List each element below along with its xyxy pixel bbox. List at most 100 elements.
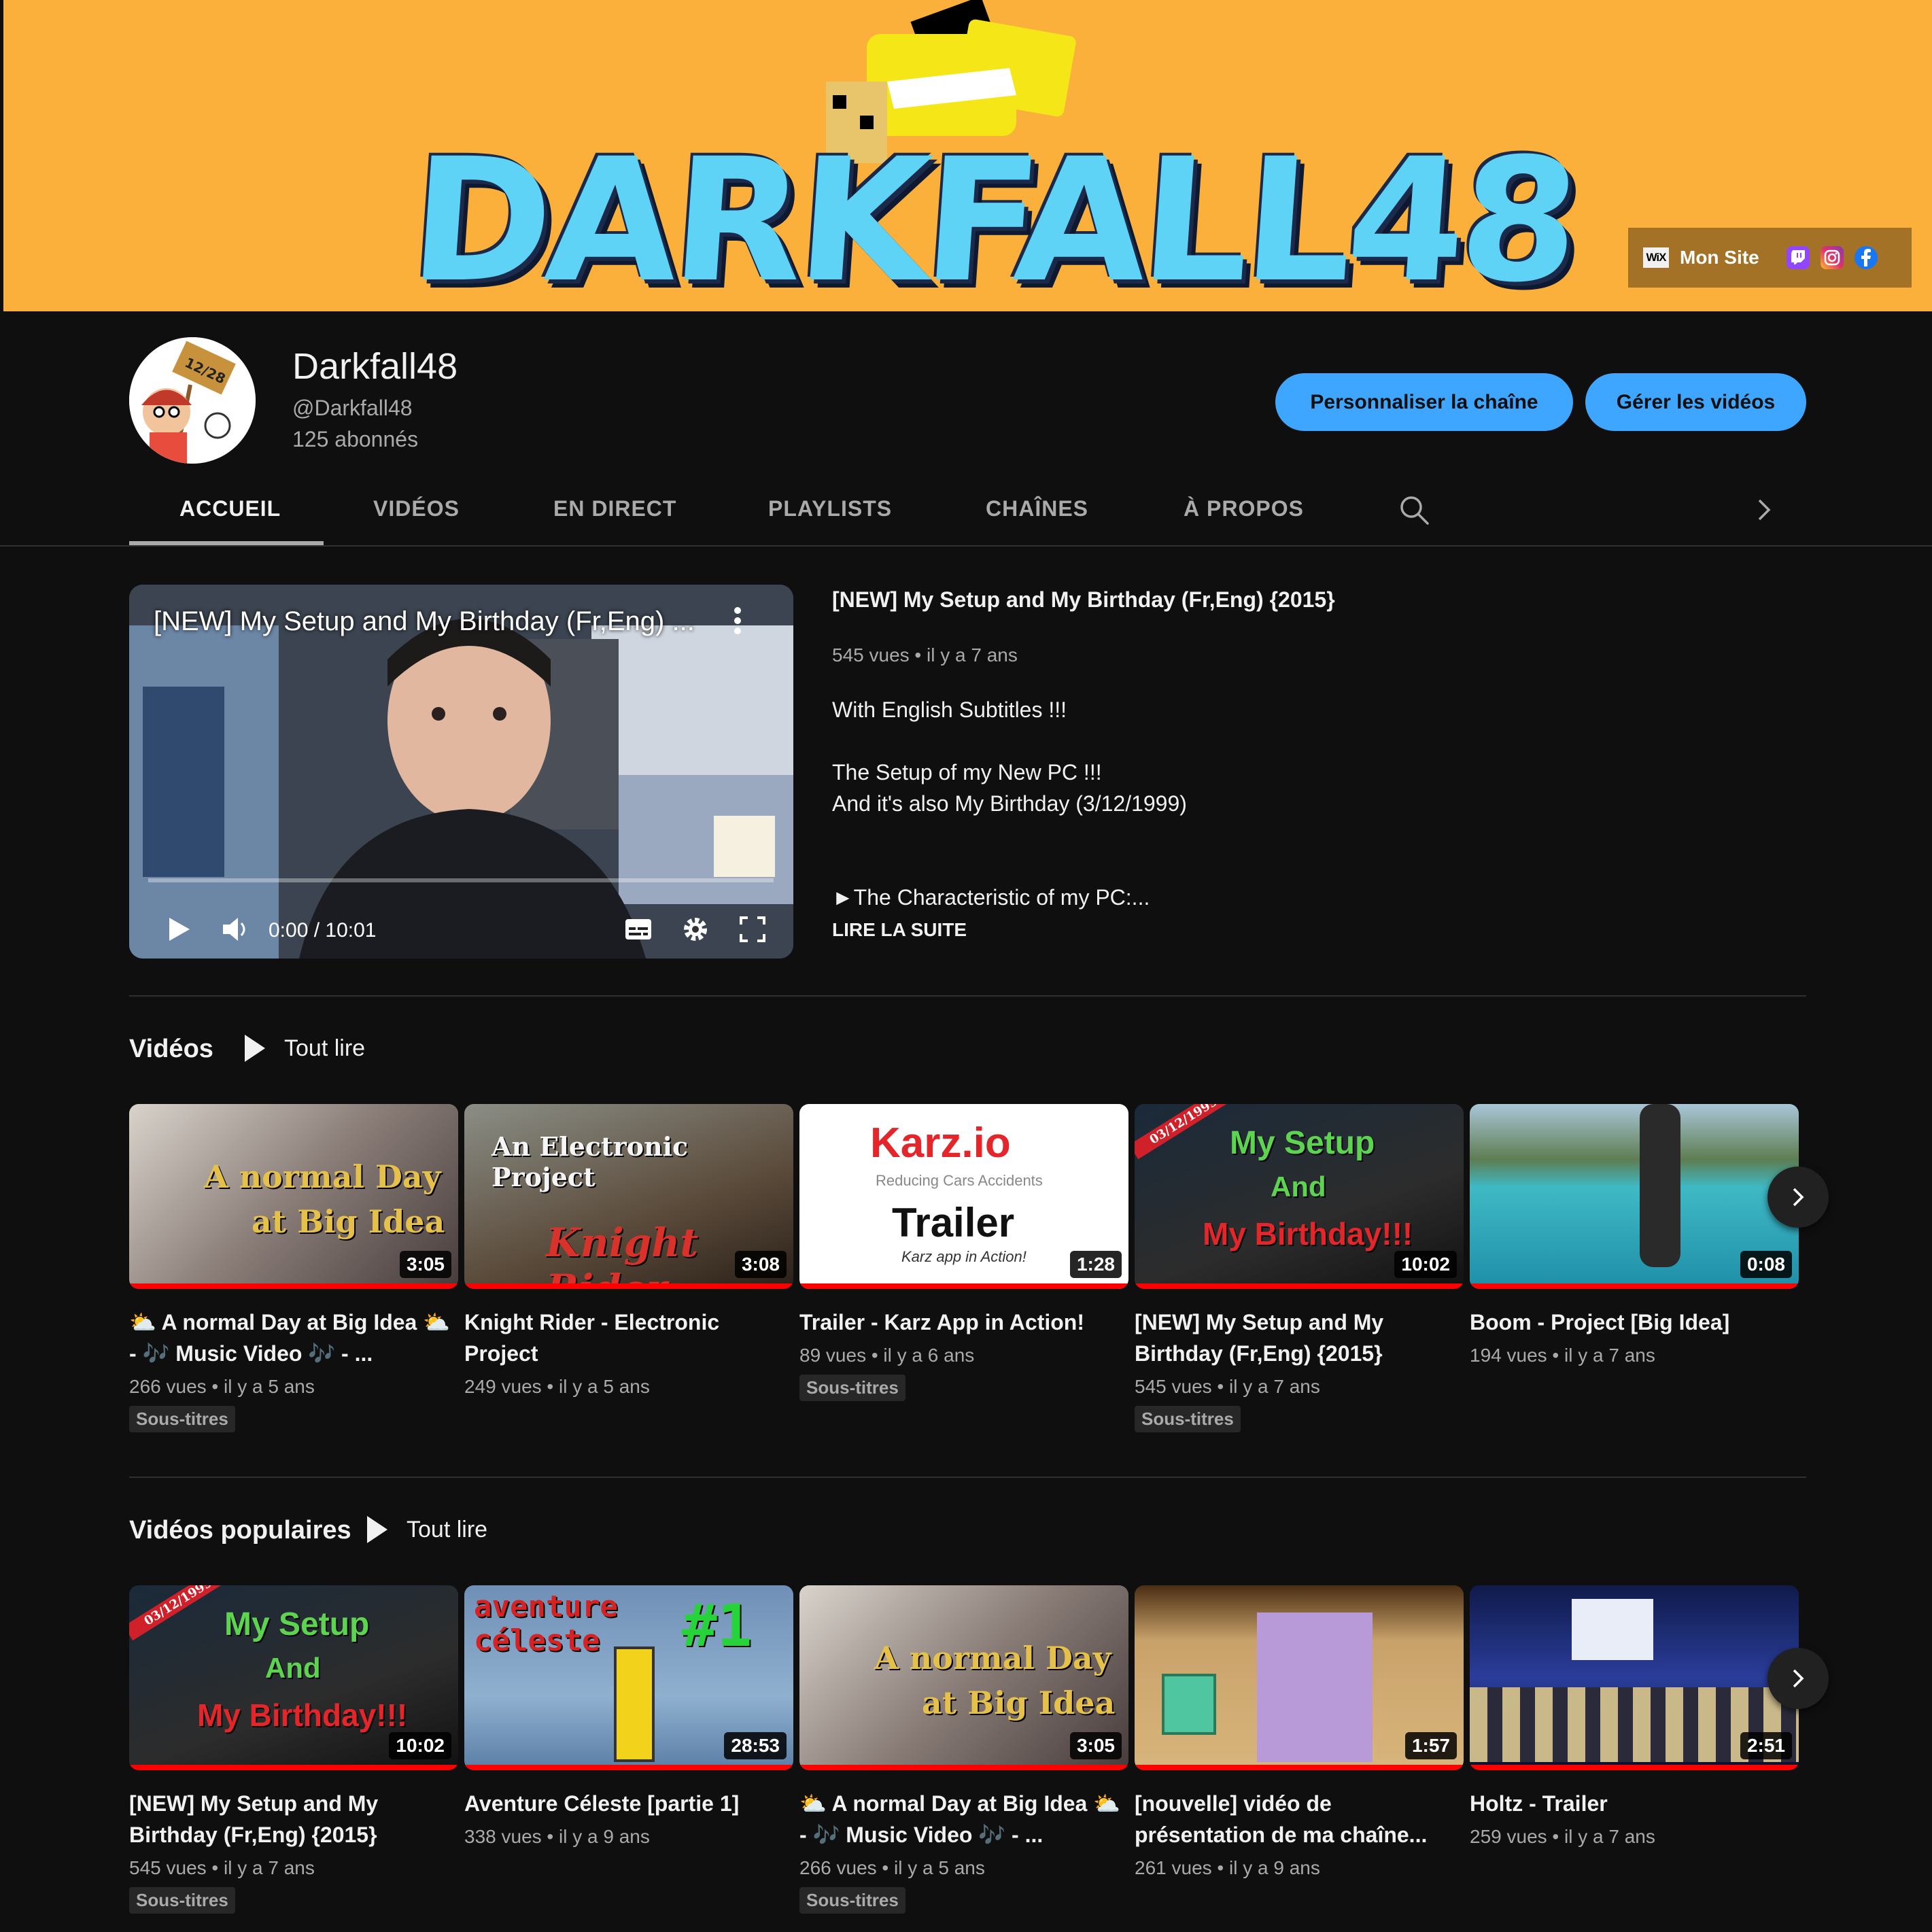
featured-description-line: And it's also My Birthday (3/12/1999): [832, 791, 1187, 816]
thumbnail-caption: aventure: [474, 1589, 618, 1624]
thumbnail-figure: [1640, 1104, 1680, 1267]
tab-en-direct[interactable]: EN DIRECT: [553, 496, 676, 521]
featured-description-line: The Setup of my New PC !!!: [832, 760, 1102, 784]
channel-avatar[interactable]: 12/28: [129, 337, 256, 464]
video-duration: 3:05: [1069, 1732, 1122, 1759]
play-icon[interactable]: [160, 911, 196, 948]
video-thumbnail[interactable]: 1:57: [1135, 1585, 1464, 1770]
video-title[interactable]: Holtz - Trailer: [1470, 1788, 1796, 1819]
watch-progress-bar: [1470, 1283, 1799, 1289]
shelf-next-button[interactable]: [1767, 1167, 1829, 1228]
video-title[interactable]: [NEW] My Setup and My Birthday (Fr,Eng) …: [1135, 1307, 1461, 1369]
watch-progress-bar: [1470, 1765, 1799, 1770]
subscriber-count: 125 abonnés: [292, 427, 419, 451]
featured-video-player[interactable]: [NEW] My Setup and My Birthday (Fr,Eng) …: [129, 585, 793, 959]
video-thumbnail[interactable]: 2:51: [1470, 1585, 1799, 1770]
video-meta: 545 vues • il y a 7 ans: [1135, 1376, 1320, 1397]
video-meta: 249 vues • il y a 5 ans: [464, 1376, 650, 1397]
shelf-next-button[interactable]: [1767, 1648, 1829, 1709]
video-title[interactable]: [NEW] My Setup and My Birthday (Fr,Eng) …: [129, 1788, 455, 1850]
player-progress-bar[interactable]: [148, 878, 774, 882]
video-title[interactable]: Boom - Project [Big Idea]: [1470, 1307, 1796, 1338]
tab-chaines[interactable]: CHAÎNES: [986, 496, 1088, 521]
settings-icon[interactable]: [677, 911, 714, 948]
video-card[interactable]: 0:08 Boom - Project [Big Idea] 194 vues …: [1470, 1104, 1799, 1366]
player-title: [NEW] My Setup and My Birthday (Fr,Eng) …: [154, 606, 695, 636]
video-card[interactable]: 2:51 Holtz - Trailer 259 vues • il y a 7…: [1470, 1585, 1799, 1848]
video-title[interactable]: [nouvelle] vidéo de présentation de ma c…: [1135, 1788, 1461, 1850]
subtitles-badge: Sous-titres: [1135, 1406, 1241, 1432]
watch-progress-bar: [129, 1765, 458, 1770]
chevron-right-icon[interactable]: [1747, 494, 1780, 526]
section-divider: [129, 995, 1806, 997]
search-icon[interactable]: [1398, 494, 1430, 526]
video-thumbnail[interactable]: 03/12/1999 My Setup And My Birthday!!! 1…: [129, 1585, 458, 1770]
channel-name: Darkfall48: [292, 346, 458, 387]
instagram-icon[interactable]: [1820, 246, 1844, 269]
banner-links: WiX Mon Site: [1628, 228, 1912, 288]
section-divider: [129, 1477, 1806, 1478]
play-all-button[interactable]: Tout lire: [367, 1516, 487, 1543]
thumbnail-figure: [1162, 1674, 1216, 1735]
more-vert-icon[interactable]: [727, 605, 748, 636]
featured-video-meta: 545 vues • il y a 7 ans: [832, 644, 1018, 666]
customize-channel-button[interactable]: Personnaliser la chaîne: [1275, 373, 1573, 431]
subtitles-badge: Sous-titres: [129, 1406, 235, 1432]
play-all-button[interactable]: Tout lire: [245, 1035, 365, 1062]
watch-progress-bar: [1135, 1765, 1464, 1770]
tab-accueil[interactable]: ACCUEIL: [179, 496, 281, 521]
video-duration: 28:53: [724, 1732, 787, 1759]
thumbnail-caption: #1: [682, 1592, 753, 1660]
video-thumbnail[interactable]: A normal Day at Big Idea 3:05: [799, 1585, 1128, 1770]
player-time: 0:00 / 10:01: [269, 919, 377, 942]
video-card[interactable]: 03/12/1999 My Setup And My Birthday!!! 1…: [129, 1585, 458, 1914]
video-thumbnail[interactable]: 0:08: [1470, 1104, 1799, 1289]
video-title[interactable]: ⛅ A normal Day at Big Idea ⛅ - 🎶 Music V…: [799, 1788, 1126, 1850]
twitch-icon[interactable]: [1786, 246, 1810, 269]
video-meta: 89 vues • il y a 6 ans: [799, 1345, 975, 1366]
fullscreen-icon[interactable]: [734, 911, 771, 948]
video-thumbnail[interactable]: Karz.io Reducing Cars Accidents Trailer …: [799, 1104, 1128, 1289]
thumbnail-caption: at Big Idea: [922, 1685, 1116, 1721]
thumbnail-caption: My Setup: [1230, 1125, 1375, 1161]
featured-video-title[interactable]: [NEW] My Setup and My Birthday (Fr,Eng) …: [832, 587, 1335, 613]
video-meta: 266 vues • il y a 5 ans: [129, 1376, 315, 1397]
featured-description-line: With English Subtitles !!!: [832, 697, 1067, 722]
banner-site-link[interactable]: Mon Site: [1680, 247, 1759, 269]
video-thumbnail[interactable]: An Electronic Project Knight Rider 3:08: [464, 1104, 793, 1289]
subtitles-badge: Sous-titres: [799, 1887, 905, 1914]
watch-progress-bar: [799, 1765, 1128, 1770]
facebook-icon[interactable]: [1854, 246, 1878, 269]
video-duration: 3:05: [399, 1251, 451, 1278]
video-card[interactable]: aventure céleste #1 28:53 Aventure Céles…: [464, 1585, 793, 1848]
video-card[interactable]: An Electronic Project Knight Rider 3:08 …: [464, 1104, 793, 1398]
tab-videos[interactable]: VIDÉOS: [373, 496, 460, 521]
subtitles-icon[interactable]: [620, 911, 657, 948]
video-thumbnail[interactable]: aventure céleste #1 28:53: [464, 1585, 793, 1770]
wix-icon: WiX: [1643, 247, 1669, 268]
video-thumbnail[interactable]: A normal Day at Big Idea 3:05: [129, 1104, 458, 1289]
tab-playlists[interactable]: PLAYLISTS: [768, 496, 892, 521]
volume-icon[interactable]: [216, 911, 253, 948]
tab-a-propos[interactable]: À PROPOS: [1184, 496, 1304, 521]
watch-progress-bar: [799, 1283, 1128, 1289]
video-title[interactable]: Trailer - Karz App in Action!: [799, 1307, 1126, 1338]
read-more-link[interactable]: LIRE LA SUITE: [832, 919, 967, 941]
video-title[interactable]: ⛅ A normal Day at Big Idea ⛅ - 🎶 Music V…: [129, 1307, 455, 1369]
video-thumbnail[interactable]: 03/12/1999 My Setup And My Birthday!!! 1…: [1135, 1104, 1464, 1289]
video-card[interactable]: Karz.io Reducing Cars Accidents Trailer …: [799, 1104, 1128, 1401]
video-meta: 266 vues • il y a 5 ans: [799, 1857, 985, 1878]
shelf-title-popular: Vidéos populaires: [129, 1516, 351, 1545]
video-title[interactable]: Knight Rider - Electronic Project: [464, 1307, 791, 1369]
video-card[interactable]: A normal Day at Big Idea 3:05 ⛅ A normal…: [799, 1585, 1128, 1914]
video-title[interactable]: Aventure Céleste [partie 1]: [464, 1788, 791, 1819]
manage-videos-button[interactable]: Gérer les vidéos: [1585, 373, 1806, 431]
video-duration: 0:08: [1740, 1251, 1792, 1278]
thumbnail-caption: céleste: [474, 1623, 600, 1658]
thumbnail-figure: [1257, 1612, 1373, 1762]
video-card[interactable]: A normal Day at Big Idea 3:05 ⛅ A normal…: [129, 1104, 458, 1432]
thumbnail-caption: 03/12/1999: [129, 1585, 233, 1641]
video-card[interactable]: 03/12/1999 My Setup And My Birthday!!! 1…: [1135, 1104, 1464, 1432]
video-duration: 2:51: [1740, 1732, 1792, 1759]
video-card[interactable]: 1:57 [nouvelle] vidéo de présentation de…: [1135, 1585, 1464, 1879]
